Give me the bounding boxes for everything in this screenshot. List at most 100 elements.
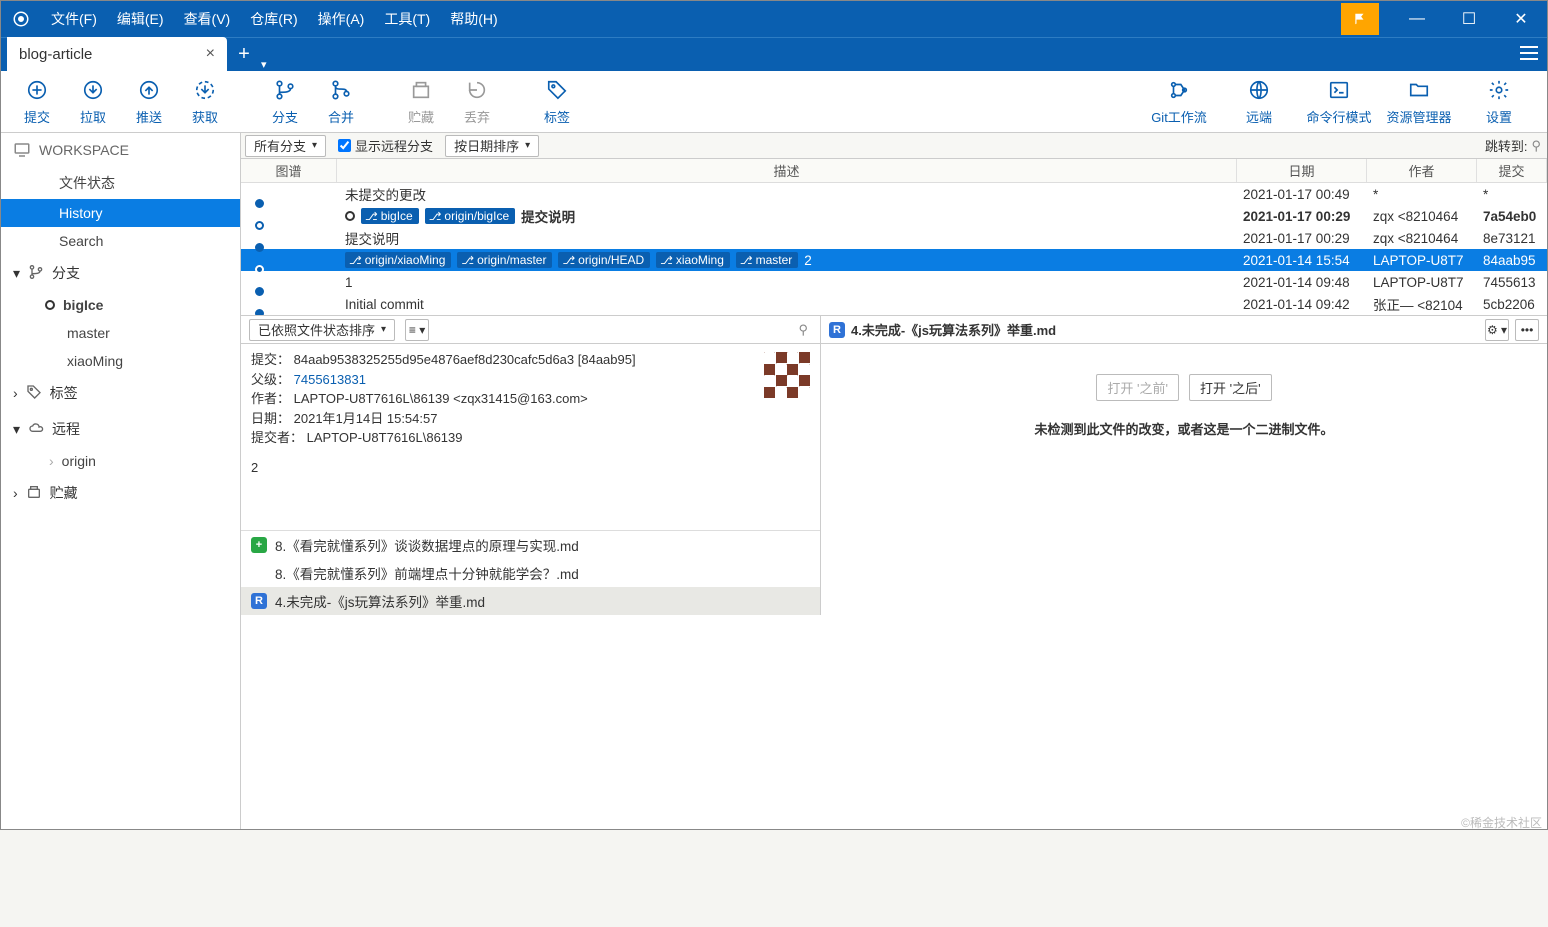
menu-item[interactable]: 帮助(H)	[440, 1, 507, 37]
cli-button[interactable]: 命令行模式	[1299, 77, 1379, 126]
file-row[interactable]: −8.《看完就懂系列》前端埋点十分钟就能学会？.md	[241, 559, 820, 587]
tab-dropdown-icon[interactable]: ▾	[261, 58, 279, 71]
commit-row[interactable]: Initial commit2021-01-14 09:42张正— <82104…	[241, 293, 1547, 315]
chevron-right-icon: ›	[13, 485, 18, 501]
close-button[interactable]: ✕	[1495, 1, 1547, 37]
stash-icon	[26, 484, 42, 503]
diff-message: 未检测到此文件的改变，或者这是一个二进制文件。	[1034, 419, 1333, 438]
remotes-section[interactable]: ▾ 远程	[1, 411, 240, 447]
tags-section[interactable]: › 标签	[1, 375, 240, 411]
commit-row[interactable]: ⎇bigIce⎇origin/bigIce提交说明2021-01-17 00:2…	[241, 205, 1547, 227]
search-icon[interactable]: ⚲	[790, 322, 816, 338]
file-sort-dropdown[interactable]: 已依照文件状态排序▾	[249, 319, 395, 341]
menu-item[interactable]: 仓库(R)	[240, 1, 307, 37]
app-logo-icon	[1, 10, 41, 28]
diff-file-name: 4.未完成-《js玩算法系列》举重.md	[851, 320, 1056, 339]
del-status-icon: −	[251, 565, 267, 581]
branch-button[interactable]: 分支	[257, 77, 313, 126]
menu-item[interactable]: 操作(A)	[308, 1, 375, 37]
cloud-icon	[28, 420, 44, 439]
ref-badge: ⎇origin/HEAD	[558, 252, 650, 268]
settings-button[interactable]: 设置	[1459, 77, 1539, 126]
maximize-button[interactable]: ☐	[1443, 1, 1495, 37]
remote-item[interactable]: ›origin	[1, 447, 240, 475]
filter-bar: 所有分支▾ 显示远程分支 按日期排序▾ 跳转到:⚲	[241, 133, 1547, 159]
commit-detail-panel: 已依照文件状态排序▾ ≡ ▾ ⚲ 提交： 84aab9538325255d95e…	[241, 316, 821, 615]
sidebar-item[interactable]: Search	[1, 227, 240, 255]
title-bar: 文件(F)编辑(E)查看(V)仓库(R)操作(A)工具(T)帮助(H) — ☐ …	[1, 1, 1547, 37]
close-tab-icon[interactable]: ×	[206, 45, 215, 63]
add-tab-button[interactable]: +	[227, 37, 261, 71]
sidebar-item[interactable]: History	[1, 199, 240, 227]
repo-tab[interactable]: blog-article ×	[7, 37, 227, 71]
resmgr-button[interactable]: 资源管理器	[1379, 77, 1459, 126]
discard-icon	[466, 77, 488, 103]
watermark: ©稀金技术社区	[1461, 814, 1542, 831]
file-row[interactable]: +8.《看完就懂系列》谈谈数据埋点的原理与实现.md	[241, 531, 820, 559]
discard-button[interactable]: 丢弃	[449, 77, 505, 126]
branch-item[interactable]: master	[1, 319, 240, 347]
branch-icon	[28, 264, 44, 283]
changed-files: +8.《看完就懂系列》谈谈数据埋点的原理与实现.md−8.《看完就懂系列》前端埋…	[241, 530, 820, 615]
cli-icon	[1328, 77, 1350, 103]
chevron-right-icon: ›	[13, 385, 18, 401]
branches-section[interactable]: ▾ 分支	[1, 255, 240, 291]
commit-icon	[26, 77, 48, 103]
stashes-section[interactable]: › 贮藏	[1, 475, 240, 511]
commit-row[interactable]: 提交说明2021-01-17 00:29zqx <82104648e73121	[241, 227, 1547, 249]
pull-button[interactable]: 拉取	[65, 77, 121, 126]
parent-link[interactable]: 7455613831	[294, 372, 366, 387]
commit-meta: 提交： 84aab9538325255d95e4876aef8d230cafc5…	[241, 344, 820, 483]
gitflow-icon	[1168, 77, 1190, 103]
remote-icon	[1248, 77, 1270, 103]
fetch-icon	[194, 77, 216, 103]
open-before-button[interactable]: 打开 '之前'	[1096, 374, 1179, 401]
menu-item[interactable]: 编辑(E)	[107, 1, 174, 37]
diff-settings-button[interactable]: ⚙ ▾	[1485, 319, 1509, 341]
pull-icon	[82, 77, 104, 103]
branch-item[interactable]: xiaoMing	[1, 347, 240, 375]
merge-button[interactable]: 合并	[313, 77, 369, 126]
gitflow-button[interactable]: Git工作流	[1139, 77, 1219, 126]
stash-button[interactable]: 贮藏	[393, 77, 449, 126]
chevron-down-icon: ▾	[13, 265, 20, 282]
branch-filter-dropdown[interactable]: 所有分支▾	[245, 135, 326, 157]
diff-more-button[interactable]: •••	[1515, 319, 1539, 341]
commit-row[interactable]: ⎇origin/xiaoMing⎇origin/master⎇origin/HE…	[241, 249, 1547, 271]
fetch-button[interactable]: 获取	[177, 77, 233, 126]
push-button[interactable]: 推送	[121, 77, 177, 126]
chevron-down-icon: ▾	[13, 421, 20, 438]
commit-row[interactable]: 未提交的更改2021-01-17 00:49**	[241, 183, 1547, 205]
sort-dropdown[interactable]: 按日期排序▾	[445, 135, 539, 157]
tab-label: blog-article	[19, 46, 92, 63]
menu-item[interactable]: 工具(T)	[374, 1, 440, 37]
list-view-button[interactable]: ≡ ▾	[405, 319, 429, 341]
menu-item[interactable]: 查看(V)	[174, 1, 241, 37]
sidebar: WORKSPACE 文件状态HistorySearch ▾ 分支 bigIcem…	[1, 133, 241, 829]
jump-to[interactable]: 跳转到:⚲	[1485, 136, 1541, 155]
author-avatar	[764, 352, 810, 398]
commit-list: 未提交的更改2021-01-17 00:49**⎇bigIce⎇origin/b…	[241, 183, 1547, 315]
commit-button[interactable]: 提交	[9, 77, 65, 126]
diff-panel: R 4.未完成-《js玩算法系列》举重.md ⚙ ▾ ••• 打开 '之前' 打…	[821, 316, 1547, 615]
menu-item[interactable]: 文件(F)	[41, 1, 107, 37]
file-row[interactable]: R4.未完成-《js玩算法系列》举重.md	[241, 587, 820, 615]
branch-item[interactable]: bigIce	[1, 291, 240, 319]
minimize-button[interactable]: —	[1391, 1, 1443, 37]
ref-badge: ⎇master	[736, 252, 798, 268]
tag-icon	[26, 384, 42, 403]
branch-icon	[274, 77, 296, 103]
commit-row[interactable]: 12021-01-14 09:48LAPTOP-U8T77455613	[241, 271, 1547, 293]
add-status-icon: +	[251, 537, 267, 553]
ref-badge: ⎇xiaoMing	[656, 252, 730, 268]
push-icon	[138, 77, 160, 103]
monitor-icon	[13, 141, 31, 159]
notification-flag-icon[interactable]	[1341, 3, 1379, 35]
hamburger-icon[interactable]	[1511, 35, 1547, 71]
open-after-button[interactable]: 打开 '之后'	[1189, 374, 1272, 401]
remote-button[interactable]: 远端	[1219, 77, 1299, 126]
tag-button[interactable]: 标签	[529, 77, 585, 126]
sidebar-item[interactable]: 文件状态	[1, 167, 240, 199]
show-remote-checkbox[interactable]: 显示远程分支	[338, 136, 433, 155]
ref-badge: ⎇origin/master	[457, 252, 552, 268]
